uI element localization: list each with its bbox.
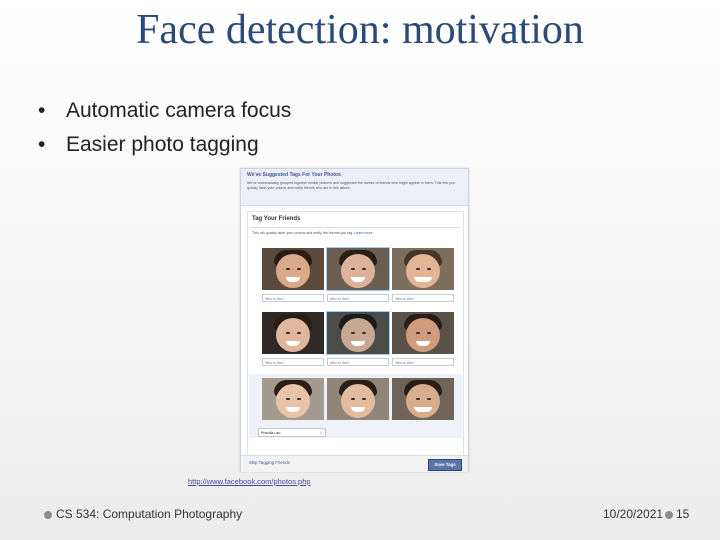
- footer-dot: [665, 511, 673, 519]
- bullet-text: Automatic camera focus: [66, 99, 292, 122]
- footer-course: CS 534: Computation Photography: [56, 507, 243, 521]
- face-photo[interactable]: [327, 378, 389, 420]
- suggested-tags-text: We've automatically grouped together sim…: [247, 181, 455, 190]
- learn-more-link[interactable]: Learn more: [354, 231, 372, 235]
- tag-friends-subtitle: This will quickly label your photos and …: [252, 231, 373, 235]
- footer-date: 10/20/2021: [603, 507, 664, 521]
- bullet-item: • Easier photo tagging: [38, 133, 259, 156]
- tagging-footer: Skip Tagging Friends Save Tags: [241, 455, 468, 472]
- save-tags-button[interactable]: Save Tags: [428, 459, 462, 471]
- face-photo[interactable]: [262, 378, 324, 420]
- tagged-name-field[interactable]: Priscilla Lau x: [258, 428, 326, 437]
- who-is-this-input[interactable]: Who is this?: [392, 358, 454, 366]
- who-is-this-input[interactable]: Who is this?: [327, 294, 389, 302]
- face-photo[interactable]: [326, 311, 390, 355]
- who-is-this-input[interactable]: Who is this?: [262, 358, 324, 366]
- divider: [252, 227, 459, 228]
- suggested-tags-title: We've Suggested Tags For Your Photos: [247, 172, 341, 178]
- remove-tag-icon[interactable]: x: [320, 429, 322, 438]
- face-photo[interactable]: [262, 248, 324, 290]
- bullet-text: Easier photo tagging: [66, 133, 259, 156]
- face-photo[interactable]: [392, 312, 454, 354]
- tag-friends-panel: Tag Your Friends This will quickly label…: [247, 211, 464, 461]
- page-number: 15: [676, 507, 690, 521]
- who-is-this-input[interactable]: Who is this?: [327, 358, 389, 366]
- who-is-this-input[interactable]: Who is this?: [392, 294, 454, 302]
- tagging-screenshot: We've Suggested Tags For Your Photos We'…: [240, 168, 469, 472]
- skip-tagging-link[interactable]: Skip Tagging Friends: [249, 460, 290, 465]
- face-photo[interactable]: [392, 248, 454, 290]
- who-is-this-input[interactable]: Who is this?: [262, 294, 324, 302]
- face-photo[interactable]: [392, 378, 454, 420]
- slide-title: Face detection: motivation: [136, 7, 584, 53]
- bullet-list: • Automatic camera focus • Easier photo ta…: [38, 94, 291, 162]
- footer-dot: [44, 511, 52, 519]
- face-photo[interactable]: [326, 247, 390, 291]
- suggested-tags-header: We've Suggested Tags For Your Photos We'…: [241, 169, 468, 206]
- bullet-item: • Automatic camera focus: [38, 99, 292, 122]
- face-photo[interactable]: [262, 312, 324, 354]
- source-link[interactable]: http://www.facebook.com/photos.php: [188, 477, 311, 486]
- tag-friends-title: Tag Your Friends: [252, 216, 301, 222]
